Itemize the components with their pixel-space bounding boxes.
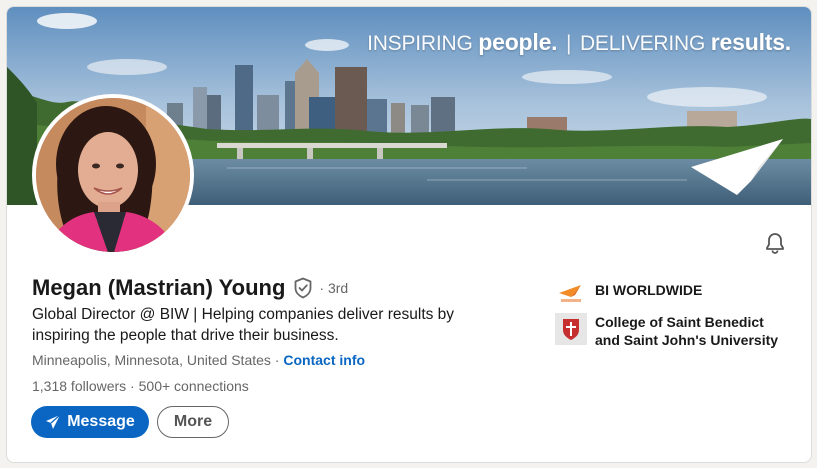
profile-headline: Global Director @ BIW | Helping companie… [32,306,455,344]
org-item-bi-worldwide[interactable]: BI WORLDWIDE [555,279,702,311]
followers-count[interactable]: 1,318 followers [32,378,126,394]
connection-degree: · 3rd [319,280,349,296]
paper-plane-icon [46,414,61,429]
profile-location: Minneapolis, Minnesota, United States [32,352,271,368]
banner-tagline-word-3: DELIVERING [579,32,706,55]
banner-tagline-word-4: results. [710,29,791,55]
profile-card: INSPIRING people. | DELIVERING results. [6,6,812,463]
more-button[interactable]: More [157,406,229,438]
contact-info-link[interactable]: Contact info [283,352,365,368]
org-item-csb-sju[interactable]: College of Saint Benedict and Saint John… [555,313,785,349]
avatar-photo [36,98,190,252]
connections-count[interactable]: 500+ connections [139,378,249,394]
bell-icon[interactable] [763,231,787,255]
stats-row: 1,318 followers · 500+ connections [32,378,249,394]
banner-tagline-word-1: INSPIRING [367,32,473,55]
location-row: Minneapolis, Minnesota, United States · … [32,352,365,368]
profile-name: Megan (Mastrian) Young [32,275,286,300]
message-button-label: Message [67,413,135,430]
stats-separator: · [126,378,139,394]
message-button[interactable]: Message [31,406,149,438]
location-separator: · [270,352,284,368]
more-button-label: More [173,413,213,430]
name-row: Megan (Mastrian) Young · 3rd [32,275,348,301]
bi-worldwide-logo [555,279,587,311]
profile-avatar[interactable] [32,94,194,256]
banner-tagline-word-2: people. [478,29,558,55]
banner-tagline: INSPIRING people. | DELIVERING results. [367,29,791,56]
banner-tagline-separator: | [566,32,572,55]
org-name-csb-sju: College of Saint Benedict and Saint John… [595,314,779,348]
verified-shield-icon[interactable] [293,277,313,299]
org-name-bi-worldwide: BI WORLDWIDE [595,282,703,298]
csb-sju-logo [555,313,587,345]
